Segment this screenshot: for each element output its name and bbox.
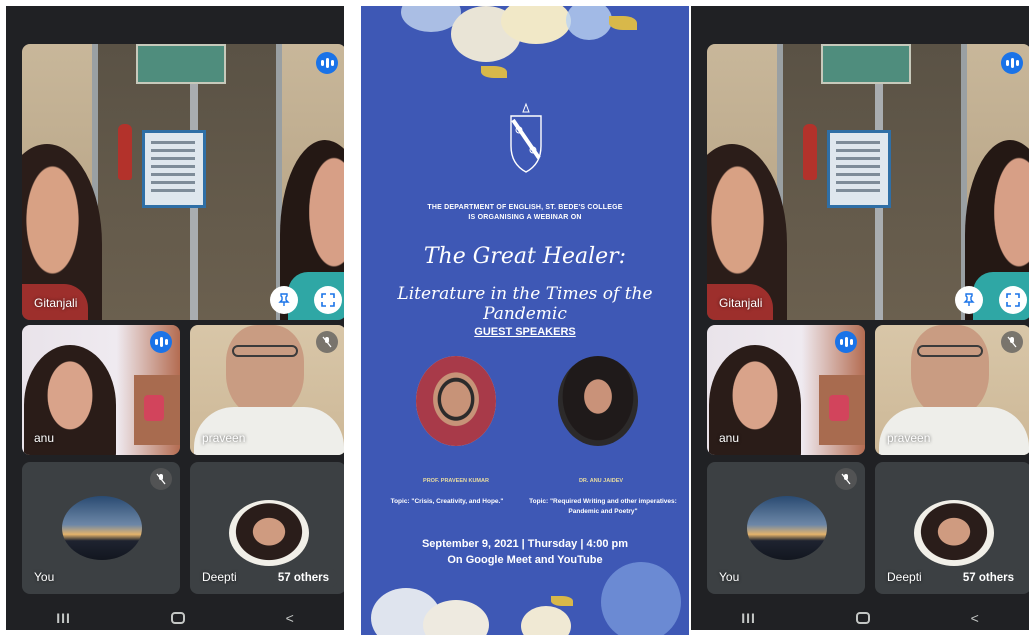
main-video-tile[interactable]: Gitanjali — [707, 44, 1029, 320]
back-button[interactable]: < — [286, 610, 294, 626]
flower-decoration — [521, 606, 571, 635]
others-count-button[interactable]: 57 others — [953, 568, 1023, 588]
main-video-tile[interactable]: Gitanjali — [22, 44, 344, 320]
fullscreen-icon[interactable] — [314, 286, 342, 314]
participant-tile-you[interactable]: You — [707, 462, 865, 594]
speaker-topic: Pandemic and Poetry" — [568, 508, 638, 515]
participant-tile-anu[interactable]: anu — [22, 325, 180, 455]
participant-glasses — [917, 345, 983, 357]
tile-shelf — [134, 375, 180, 445]
speaker-name: PROF. PRAVEEN KUMAR — [423, 478, 489, 484]
speaker-name: DR. ANU JAIDEV — [578, 478, 624, 484]
video-extinguisher — [803, 124, 817, 180]
video-notice — [821, 44, 911, 84]
fullscreen-icon[interactable] — [999, 286, 1027, 314]
webinar-poster: THE DEPARTMENT OF ENGLISH, ST. BEDE'S CO… — [361, 6, 689, 635]
organizer-line: THE DEPARTMENT OF ENGLISH, ST. BEDE'S CO… — [427, 204, 623, 211]
back-button[interactable]: < — [971, 610, 979, 626]
webinar-subtitle: Literature in the Times of the Pandemic — [397, 284, 653, 324]
meet-screen-right: Gitanjali anu praveen You Deepti 57 othe… — [691, 6, 1029, 630]
pin-icon[interactable] — [955, 286, 983, 314]
participant-tile-deepti[interactable]: Deepti 57 others — [875, 462, 1029, 594]
video-notice-board — [827, 130, 891, 208]
speaker-photo-anu-jaidev — [558, 356, 638, 446]
mic-off-icon — [835, 468, 857, 490]
audio-indicator-icon — [150, 331, 172, 353]
participant-name: praveen — [202, 431, 246, 445]
avatar — [747, 496, 827, 560]
video-notice — [136, 44, 226, 84]
main-participant-name: Gitanjali — [34, 296, 78, 310]
participant-name: You — [34, 570, 55, 584]
participant-name: anu — [719, 431, 740, 445]
participant-name: praveen — [887, 431, 931, 445]
leaf-decoration — [551, 596, 573, 606]
home-icon[interactable] — [171, 612, 186, 624]
speaker-topic: Topic: "Crisis, Creativity, and Hope." — [390, 498, 504, 505]
participant-name: anu — [34, 431, 55, 445]
college-crest-icon — [510, 102, 542, 173]
main-participant-name: Gitanjali — [719, 296, 763, 310]
flower-decoration — [566, 6, 612, 40]
meet-screen-left: Gitanjali anu praveen You Deepti 57 othe… — [6, 6, 344, 630]
participant-tile-anu[interactable]: anu — [707, 325, 865, 455]
recent-apps-button[interactable]: III — [56, 610, 71, 626]
others-count-button[interactable]: 57 others — [268, 568, 338, 588]
tile-shelf — [819, 375, 865, 445]
participant-video — [226, 325, 304, 417]
webinar-title: The Great Healer: — [423, 244, 627, 269]
participant-tile-praveen[interactable]: praveen — [190, 325, 344, 455]
speaker-photo-praveen-kumar — [416, 356, 496, 446]
mic-off-icon — [150, 468, 172, 490]
audio-indicator-icon — [316, 52, 338, 74]
event-date: September 9, 2021 | Thursday | 4:00 pm — [421, 538, 629, 550]
speaker-topic: Topic: "Required Writing and other imper… — [529, 498, 677, 505]
pin-icon[interactable] — [270, 286, 298, 314]
participant-tile-you[interactable]: You — [22, 462, 180, 594]
audio-indicator-icon — [835, 331, 857, 353]
home-icon[interactable] — [856, 612, 871, 624]
participant-tile-praveen[interactable]: praveen — [875, 325, 1029, 455]
leaf-decoration — [609, 16, 637, 30]
flower-decoration — [601, 562, 681, 635]
android-nav-bar: III < — [6, 606, 344, 630]
recent-apps-button[interactable]: III — [741, 610, 756, 626]
participant-video — [911, 325, 989, 417]
participant-tile-deepti[interactable]: Deepti 57 others — [190, 462, 344, 594]
mic-off-icon — [1001, 331, 1023, 353]
organizer-line: IS ORGANISING A WEBINAR ON — [468, 214, 582, 221]
avatar — [914, 500, 994, 566]
audio-indicator-icon — [1001, 52, 1023, 74]
video-extinguisher — [118, 124, 132, 180]
android-nav-bar: III < — [691, 606, 1029, 630]
participant-name: Deepti — [202, 570, 237, 584]
avatar — [229, 500, 309, 566]
video-notice-board — [142, 130, 206, 208]
participant-glasses — [232, 345, 298, 357]
guest-speakers-heading: GUEST SPEAKERS — [474, 326, 576, 338]
participant-name: You — [719, 570, 740, 584]
avatar — [62, 496, 142, 560]
participant-name: Deepti — [887, 570, 922, 584]
leaf-decoration — [481, 66, 507, 78]
mic-off-icon — [316, 331, 338, 353]
